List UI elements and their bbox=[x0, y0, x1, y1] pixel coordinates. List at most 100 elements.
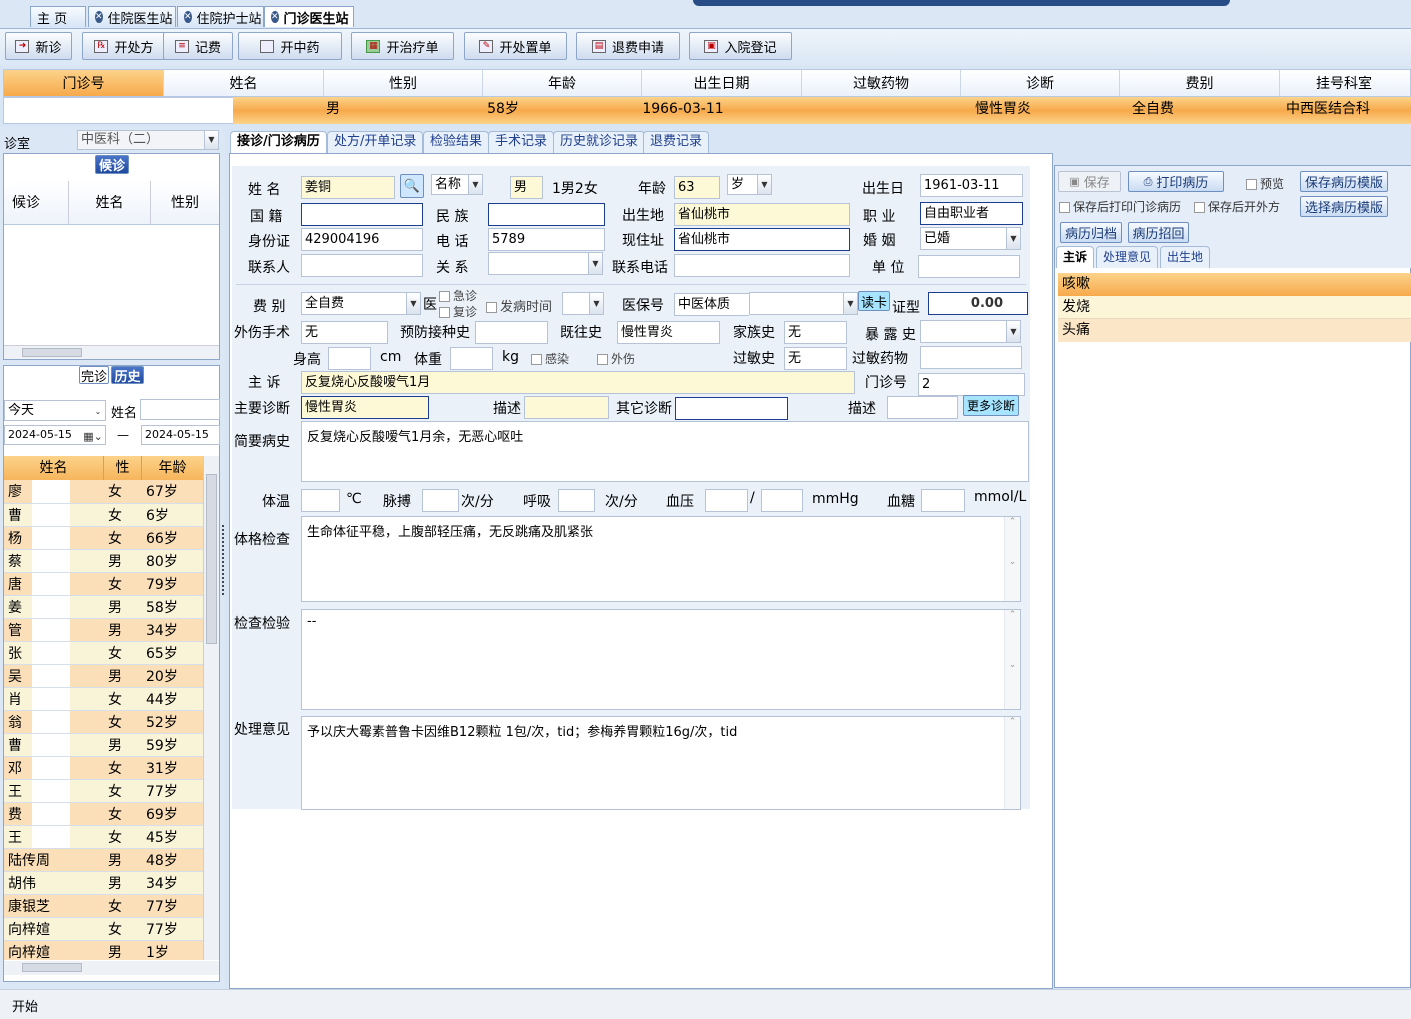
calendar-icon[interactable]: ▦⌄ bbox=[81, 426, 105, 444]
splitter-handle[interactable] bbox=[222, 525, 228, 595]
new-visit-button[interactable]: ➜ 新诊 bbox=[5, 32, 72, 60]
rx-after-save-checkbox[interactable]: 保存后开外方 bbox=[1194, 198, 1280, 215]
height-input[interactable] bbox=[328, 347, 371, 370]
select-template-button[interactable]: 选择病历模版 bbox=[1300, 196, 1388, 217]
trauma-input[interactable]: 无 bbox=[301, 321, 388, 344]
complaint-item[interactable]: 头痛 bbox=[1058, 319, 1411, 342]
address-input[interactable]: 省仙桃市 bbox=[674, 228, 850, 251]
visit-no-input[interactable]: 2 bbox=[918, 373, 1025, 396]
lab-scrollbar[interactable]: ⌃ ⌄ bbox=[1004, 610, 1020, 709]
table-row[interactable]: 邓女 31岁 bbox=[4, 756, 203, 780]
archive-button[interactable]: 病历归档 bbox=[1060, 222, 1122, 243]
table-row[interactable]: 吴男 20岁 bbox=[4, 664, 203, 688]
onset-checkbox[interactable]: 发病时间 bbox=[486, 296, 552, 315]
table-row[interactable]: 胡伟男 34岁 bbox=[4, 871, 203, 895]
relation-select[interactable]: ▼ bbox=[488, 252, 603, 275]
family-history-input[interactable]: 无 bbox=[784, 321, 847, 344]
close-icon[interactable]: ✕ bbox=[271, 11, 279, 23]
date-range-select[interactable]: 今天 ⌄ bbox=[4, 400, 106, 421]
main-diagnosis-input[interactable]: 慢性胃炎 bbox=[301, 396, 429, 419]
table-row[interactable]: 康银芝女 77岁 bbox=[4, 894, 203, 918]
lab-textarea[interactable]: -- ⌃ ⌄ bbox=[301, 609, 1021, 710]
table-row[interactable]: 曹女 6岁 bbox=[4, 503, 203, 527]
date-to-input[interactable]: 2024-05-15 bbox=[141, 425, 220, 445]
history-vscrollbar[interactable] bbox=[203, 456, 219, 960]
preview-checkbox[interactable]: 预览 bbox=[1246, 175, 1284, 192]
glucose-input[interactable] bbox=[921, 489, 965, 512]
history-hscrollbar[interactable] bbox=[4, 961, 219, 975]
contact-input[interactable] bbox=[301, 254, 423, 277]
exam-scrollbar[interactable]: ⌃ ⌄ bbox=[1004, 517, 1020, 601]
onset-select[interactable]: ▼ bbox=[562, 292, 604, 315]
tab-history[interactable]: 历史 bbox=[111, 366, 144, 385]
bp-diastolic-input[interactable] bbox=[761, 489, 803, 512]
table-row[interactable]: 杨女 66岁 bbox=[4, 526, 203, 550]
revisit-checkbox[interactable]: 复诊 bbox=[439, 303, 477, 320]
date-from-input[interactable]: 2024-05-15 ▦⌄ bbox=[4, 425, 106, 445]
table-row[interactable]: 向梓媗女 77岁 bbox=[4, 917, 203, 941]
tab-inpatient-doctor[interactable]: ✕ 住院医生站 bbox=[88, 6, 176, 27]
ethnic-input[interactable] bbox=[488, 203, 605, 226]
pulse-input[interactable] bbox=[422, 489, 459, 512]
table-row[interactable]: 唐女 79岁 bbox=[4, 572, 203, 596]
tab-complaint[interactable]: 主诉 bbox=[1056, 246, 1095, 268]
tab-treatment-opinion[interactable]: 处理意见 bbox=[1096, 246, 1159, 268]
table-row[interactable]: 姜男 58岁 bbox=[4, 595, 203, 619]
table-row[interactable]: 王女 45岁 bbox=[4, 825, 203, 849]
marriage-select[interactable]: 已婚 ▼ bbox=[920, 227, 1021, 250]
exam-textarea[interactable]: 生命体征平稳，上腹部轻压痛，无反跳痛及肌紧张 ⌃ ⌄ bbox=[301, 516, 1021, 602]
subtab-surgery[interactable]: 手术记录 bbox=[488, 131, 555, 153]
read-card-button[interactable]: 读卡 bbox=[858, 291, 890, 311]
table-row[interactable]: 张女 65岁 bbox=[4, 641, 203, 665]
injury-checkbox[interactable]: 外伤 bbox=[597, 350, 635, 367]
plan-scrollbar[interactable]: ⌃ bbox=[1004, 717, 1020, 809]
subtab-refund[interactable]: 退费记录 bbox=[643, 131, 710, 153]
complaint-item[interactable]: 咳嗽 bbox=[1058, 273, 1411, 296]
tab-outpatient-doctor[interactable]: ✕ 门诊医生站 bbox=[264, 6, 354, 27]
description2-input[interactable] bbox=[887, 396, 958, 419]
table-row[interactable]: 廖女 67岁 bbox=[4, 480, 203, 504]
table-row[interactable]: 曹男 59岁 bbox=[4, 733, 203, 757]
close-icon[interactable]: ✕ bbox=[95, 11, 103, 23]
table-row[interactable]: 向梓媗男 1岁 bbox=[4, 940, 203, 960]
search-icon[interactable]: 🔍 bbox=[400, 174, 424, 198]
waiting-button[interactable]: 候诊 bbox=[95, 155, 129, 174]
print-record-button[interactable]: ⎙ 打印病历 bbox=[1128, 171, 1224, 192]
more-diagnosis-button[interactable]: 更多诊断 bbox=[963, 395, 1019, 416]
complaint-input[interactable]: 反复烧心反酸嗳气1月 bbox=[301, 371, 855, 394]
subtab-reception[interactable]: 接诊/门诊病历 bbox=[230, 131, 327, 153]
nation-input[interactable] bbox=[301, 203, 423, 226]
subtab-lab[interactable]: 检验结果 bbox=[423, 131, 490, 153]
weight-input[interactable] bbox=[450, 347, 493, 370]
table-row[interactable]: 翁女 52岁 bbox=[4, 710, 203, 734]
table-row[interactable]: 陆传周男 48岁 bbox=[4, 848, 203, 872]
treatment-button[interactable]: ▦ 开治疗单 bbox=[351, 32, 454, 60]
brief-history-textarea[interactable]: 反复烧心反酸嗳气1月余，无恶心呕吐 bbox=[301, 421, 1029, 482]
admission-button[interactable]: ▣ 入院登记 bbox=[689, 32, 792, 60]
save-button[interactable]: ▣ 保存 bbox=[1058, 171, 1121, 192]
tcm-button[interactable]: 开中药 bbox=[238, 32, 342, 60]
allergy-history-input[interactable]: 无 bbox=[784, 347, 847, 370]
save-template-button[interactable]: 保存病历模版 bbox=[1300, 171, 1388, 192]
allergy-drug-input[interactable] bbox=[920, 346, 1022, 369]
birthplace-input[interactable]: 省仙桃市 bbox=[674, 203, 850, 226]
infection-checkbox[interactable]: 感染 bbox=[531, 350, 569, 367]
name-type-select[interactable]: 名称 ▼ bbox=[431, 174, 483, 195]
tab-home[interactable]: 主 页 bbox=[30, 6, 86, 27]
id-input[interactable]: 429004196 bbox=[301, 228, 423, 251]
respiration-input[interactable] bbox=[558, 489, 595, 512]
name-filter-input[interactable] bbox=[140, 399, 220, 420]
prescribe-button[interactable]: ℞ 开处方 bbox=[82, 32, 166, 60]
age-unit-select[interactable]: 岁 ▼ bbox=[727, 174, 772, 195]
table-row[interactable]: 管男 34岁 bbox=[4, 618, 203, 642]
tab-birthplace[interactable]: 出生地 bbox=[1160, 246, 1211, 268]
subtab-prescription[interactable]: 处方/开单记录 bbox=[327, 131, 424, 153]
clinic-select[interactable]: 中医科（二） ▼ bbox=[77, 130, 219, 150]
bp-systolic-input[interactable] bbox=[705, 489, 748, 512]
age-input[interactable]: 63 bbox=[674, 176, 720, 199]
temperature-input[interactable] bbox=[301, 489, 340, 512]
birth-input[interactable]: 1961-03-11 bbox=[920, 174, 1023, 197]
close-icon[interactable]: ✕ bbox=[184, 11, 192, 23]
charge-button[interactable]: ≡ 记费 bbox=[163, 32, 233, 60]
description-input[interactable] bbox=[524, 396, 609, 419]
